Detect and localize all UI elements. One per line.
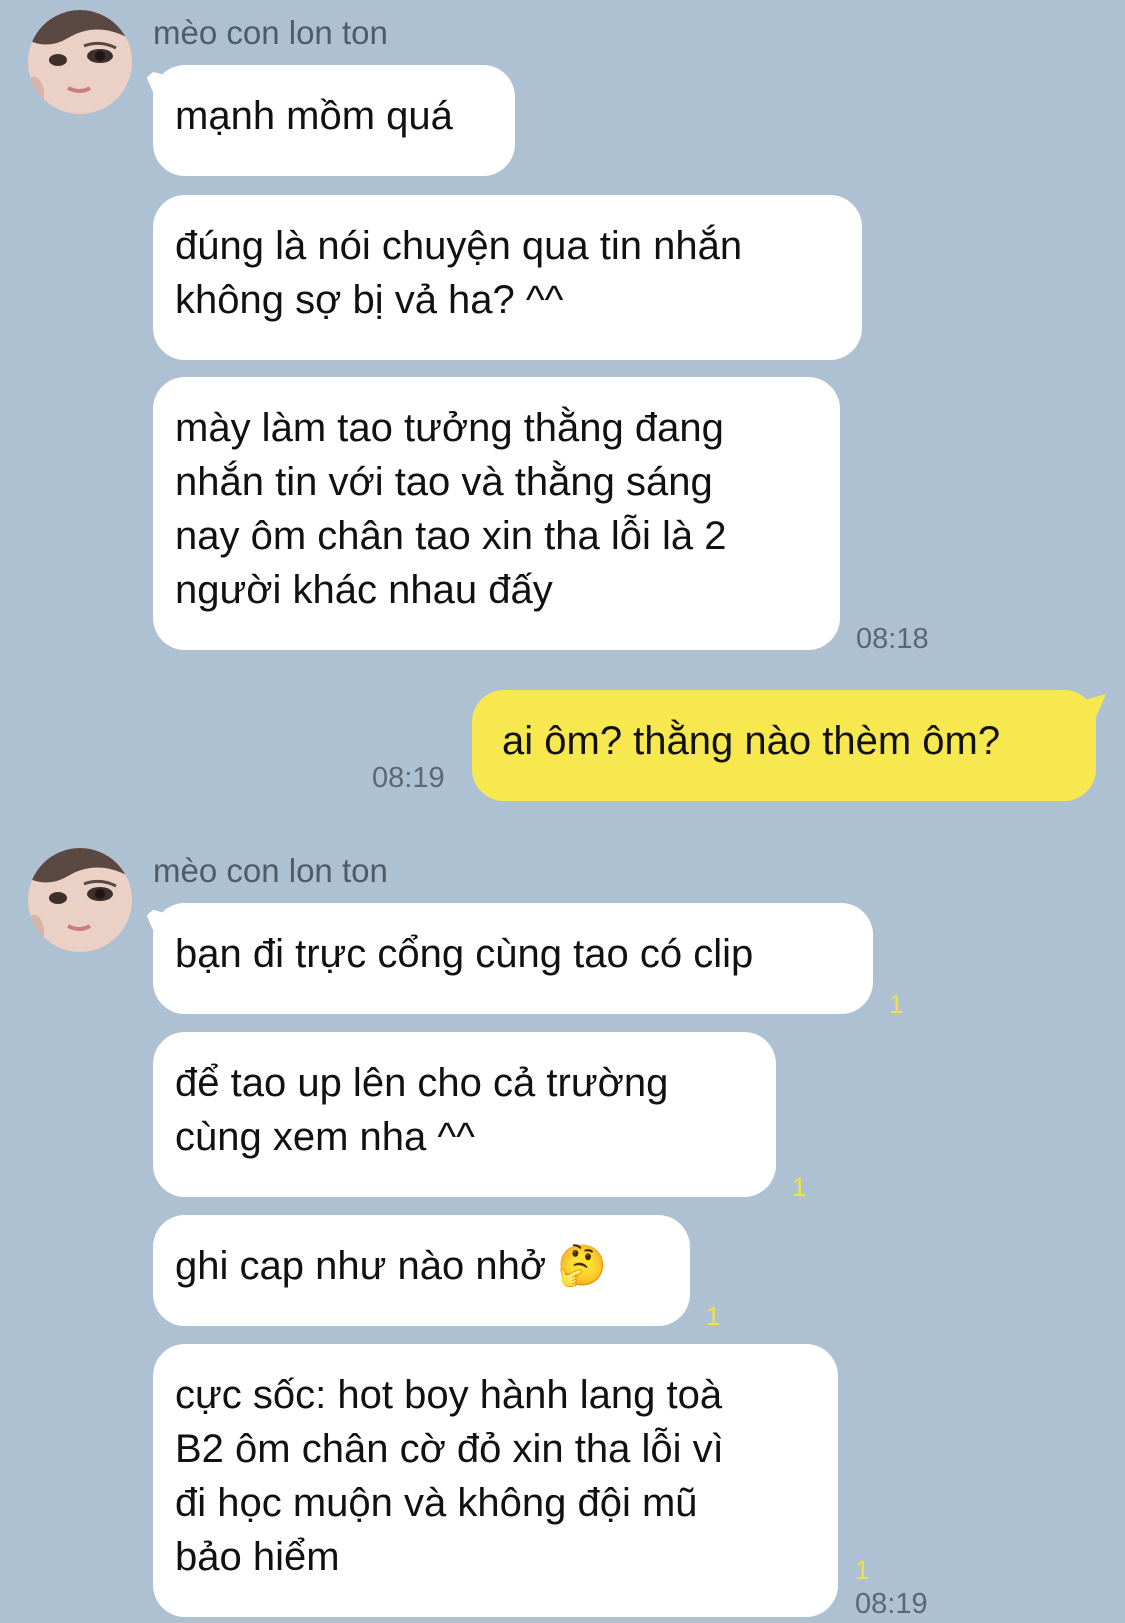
message-bubble[interactable]: ghi cap như nào nhở 🤔 (153, 1215, 690, 1326)
avatar-photo (28, 848, 132, 952)
message-bubble[interactable]: để tao up lên cho cả trường cùng xem nha… (153, 1032, 776, 1197)
sender-name: mèo con lon ton (153, 14, 388, 51)
unread-count: 1 (889, 989, 904, 1019)
sender-avatar[interactable] (28, 10, 132, 114)
sender-avatar[interactable] (28, 848, 132, 952)
message-bubble[interactable]: bạn đi trực cổng cùng tao có clip (153, 903, 873, 1014)
outgoing-message-bubble[interactable]: ai ôm? thằng nào thèm ôm? (472, 690, 1096, 801)
message-timestamp: 08:19 (372, 762, 445, 794)
message-bubble[interactable]: đúng là nói chuyện qua tin nhắn không sợ… (153, 195, 862, 360)
unread-count: 1 (855, 1555, 870, 1585)
message-bubble[interactable]: cực sốc: hot boy hành lang toà B2 ôm châ… (153, 1344, 838, 1617)
message-bubble[interactable]: mạnh mồm quá (153, 65, 515, 176)
unread-count: 1 (792, 1172, 807, 1202)
unread-count: 1 (706, 1301, 721, 1331)
message-timestamp: 08:18 (856, 623, 929, 655)
avatar-photo (28, 10, 132, 114)
message-bubble[interactable]: mày làm tao tưởng thằng đang nhắn tin vớ… (153, 377, 840, 650)
sender-name: mèo con lon ton (153, 852, 388, 889)
message-timestamp: 08:19 (855, 1588, 928, 1620)
